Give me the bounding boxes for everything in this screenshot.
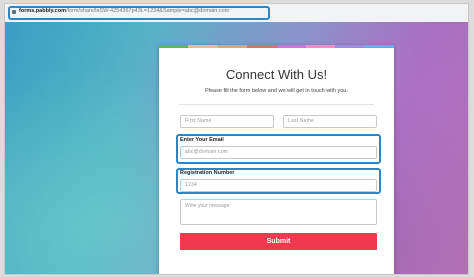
stripe-segment <box>159 45 189 48</box>
registration-label: Registration Number <box>180 170 235 176</box>
browser-address-bar[interactable]: forms.pabbly.com/form/share/laSW-4254367… <box>5 4 468 23</box>
contact-form-card: Connect With Us! Please fill the form be… <box>159 45 394 274</box>
email-label: Enter Your Email <box>180 137 224 143</box>
stripe-segment <box>364 45 394 48</box>
divider <box>179 104 374 105</box>
url-host: forms.pabbly.com <box>19 8 66 14</box>
stripe-segment <box>305 45 336 48</box>
message-textarea[interactable]: Write your message <box>180 199 377 225</box>
submit-button[interactable]: Submit <box>180 233 377 250</box>
stripe-segment <box>335 45 365 48</box>
color-stripe <box>159 45 394 48</box>
email-field[interactable]: abc@domain.com <box>180 146 377 159</box>
form-subtitle: Please fill the form below and we will g… <box>205 88 348 94</box>
lock-icon <box>12 10 16 14</box>
first-name-input[interactable]: First Name <box>180 115 274 128</box>
stripe-segment <box>217 45 248 48</box>
url-path: /form/share/laSW-4254367p43L=1234&Sample… <box>65 8 230 14</box>
last-name-input[interactable]: Last Name <box>283 115 377 128</box>
form-title: Connect With Us! <box>225 67 328 82</box>
url-text[interactable]: forms.pabbly.com/form/share/laSW-4254367… <box>19 8 229 14</box>
stripe-segment <box>188 45 218 48</box>
screenshot-frame: forms.pabbly.com/form/share/laSW-4254367… <box>4 3 469 275</box>
stripe-segment <box>276 45 306 48</box>
stripe-segment <box>247 45 277 48</box>
registration-field[interactable]: 1234 <box>180 179 377 192</box>
